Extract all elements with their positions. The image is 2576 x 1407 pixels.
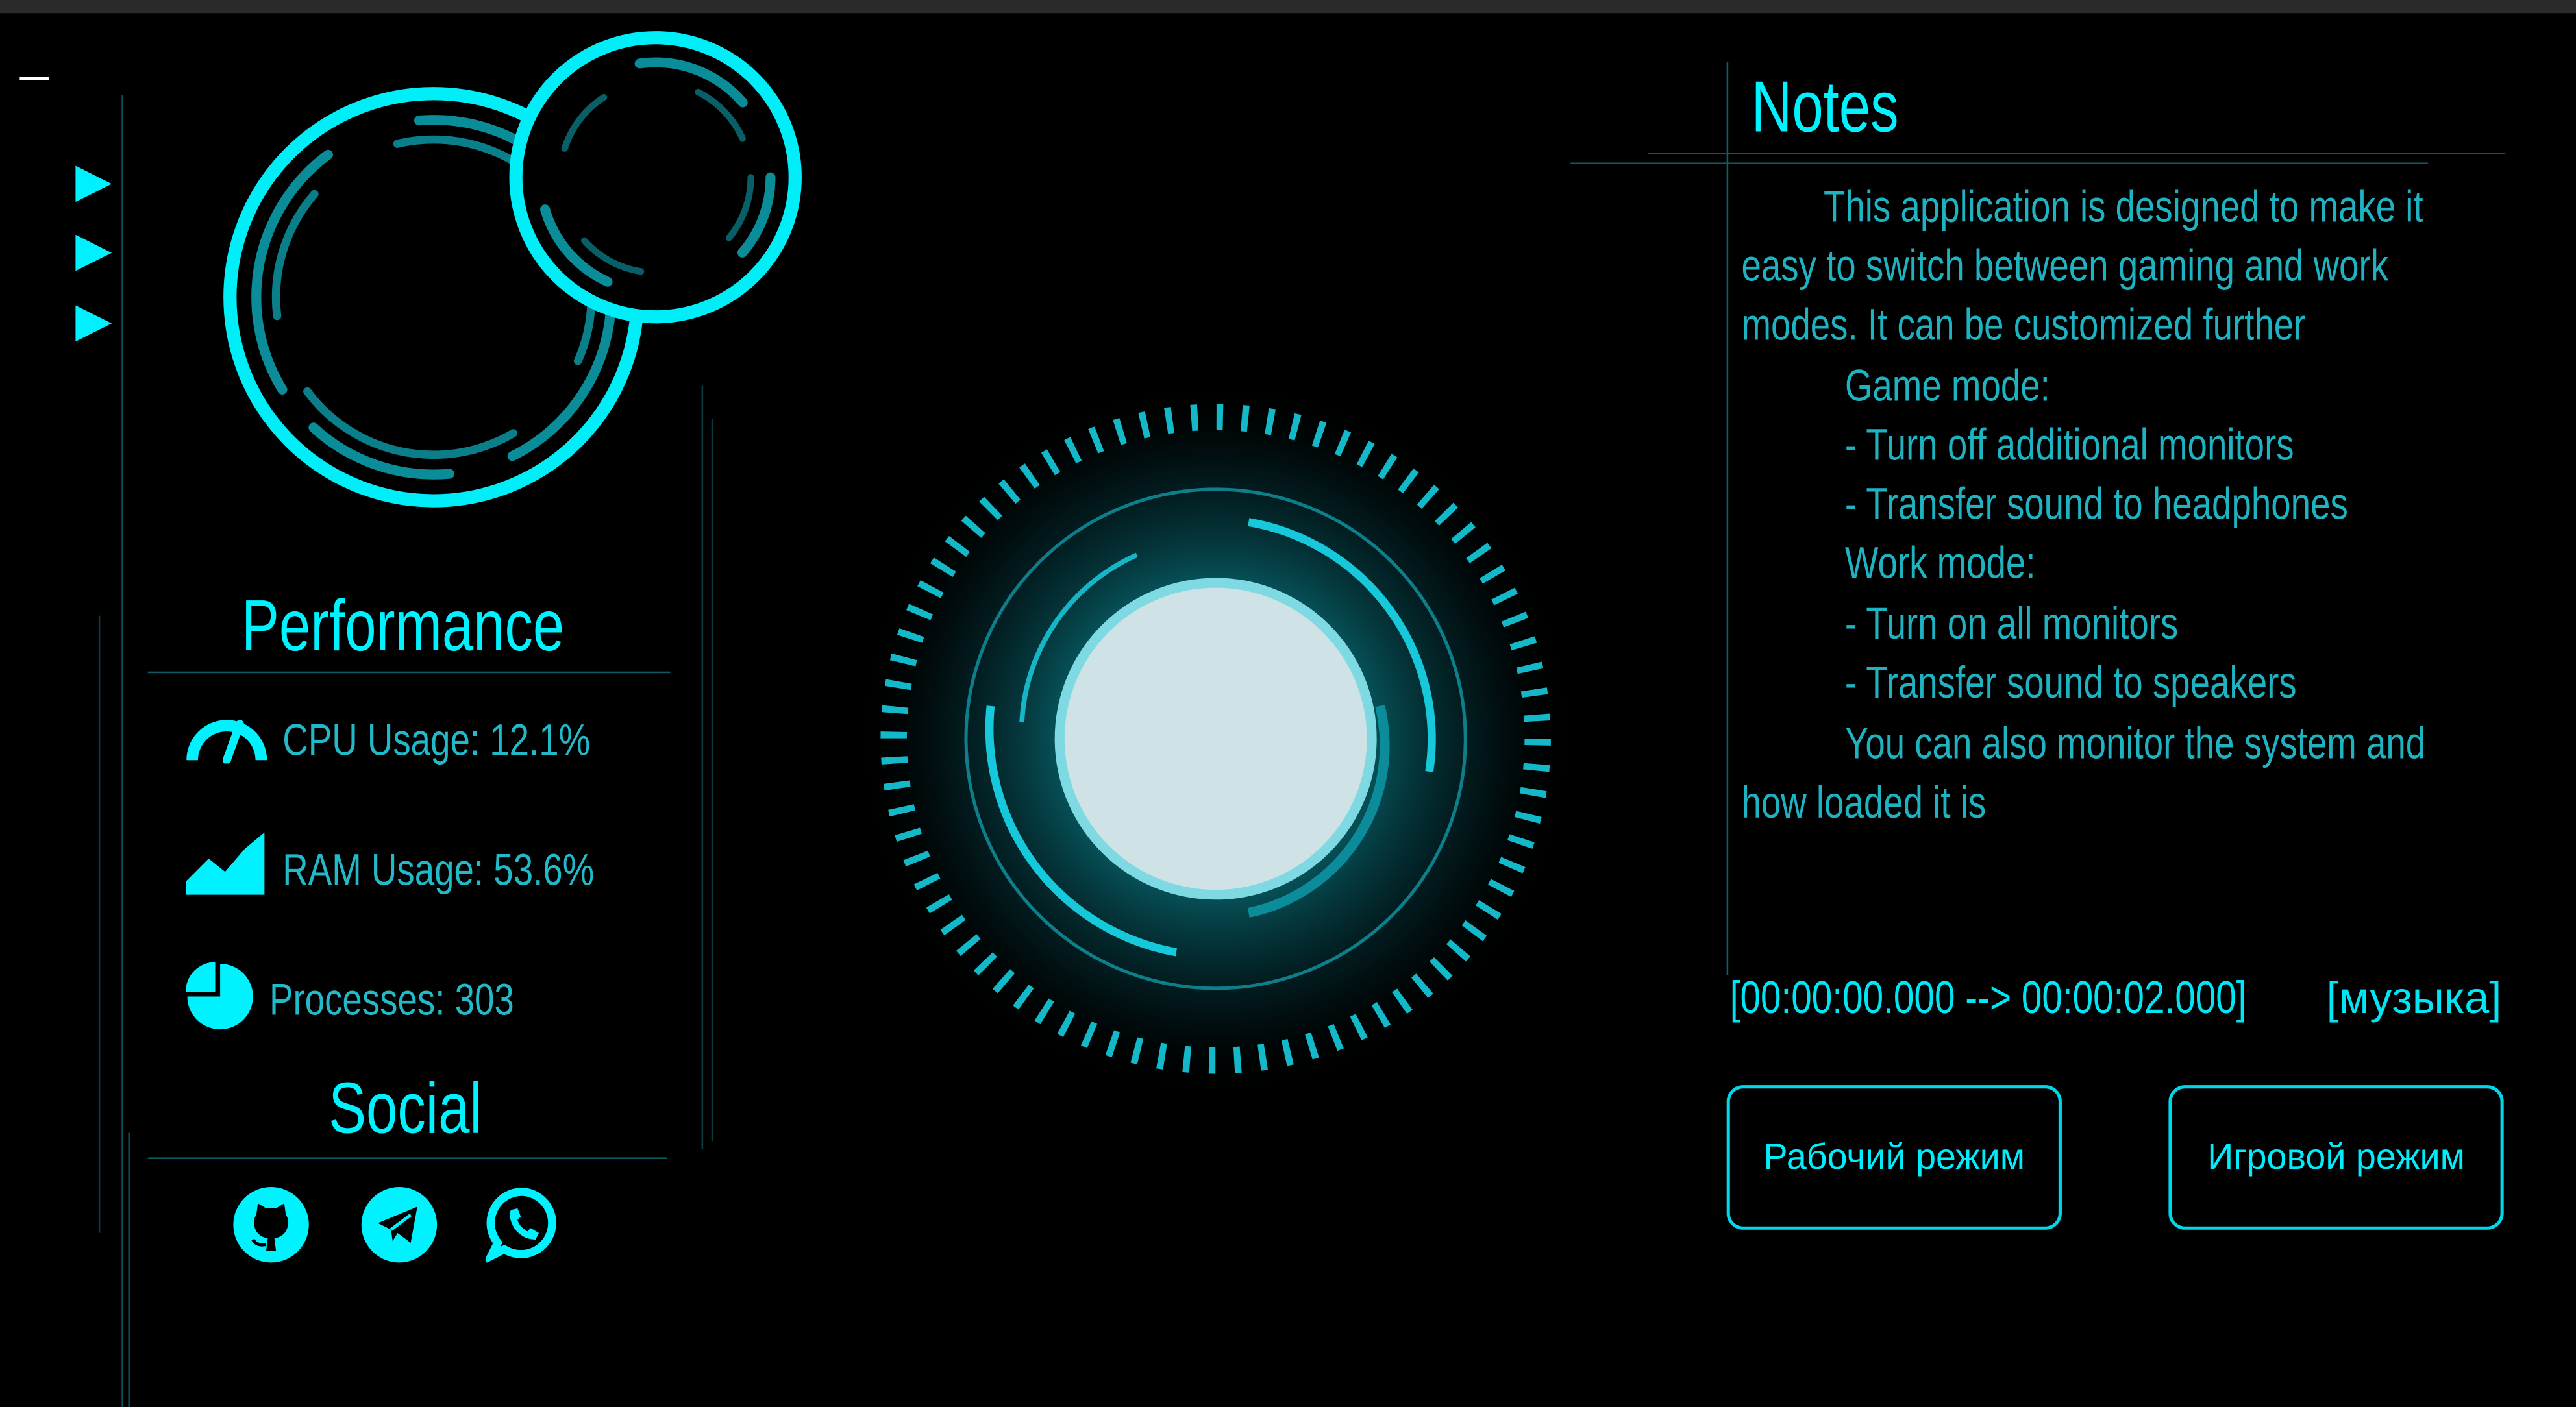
notes-rule: [1648, 153, 2506, 154]
title-bar: [0, 0, 2576, 14]
app-window: Performance CPU Usage: 12.1% RAM Usage: …: [0, 0, 2576, 1407]
note-line: - Transfer sound to speakers: [1844, 658, 2297, 708]
note-line: how loaded it is: [1741, 778, 1987, 827]
left-divider: [121, 95, 123, 1407]
panel-divider-2: [711, 419, 713, 1142]
note-line: easy to switch between gaming and work: [1741, 241, 2389, 291]
subtitle-line: [00:00:00.000 --> 00:00:02.000] [музыка]: [1730, 972, 2502, 1025]
notes-rule-2: [1570, 162, 2429, 164]
notes-title: Notes: [1751, 67, 1899, 148]
note-line: modes. It can be customized further: [1741, 300, 2306, 350]
note-line: - Transfer sound to headphones: [1844, 479, 2348, 529]
nav-arrow-2-icon[interactable]: [75, 234, 112, 271]
social-title: Social: [328, 1068, 482, 1149]
note-line: - Turn on all monitors: [1844, 599, 2179, 649]
ram-usage: RAM Usage: 53.6%: [282, 845, 595, 895]
performance-title: Performance: [241, 586, 565, 667]
note-line: This application is designed to make it: [1823, 182, 2423, 232]
github-icon[interactable]: [232, 1185, 310, 1264]
speedometer-icon: [186, 720, 267, 764]
nav-arrow-3-icon[interactable]: [75, 305, 112, 342]
cpu-usage: CPU Usage: 12.1%: [282, 715, 591, 765]
left-divider-3: [98, 615, 101, 1233]
decorative-rings: [223, 31, 802, 508]
process-count: Processes: 303: [269, 975, 514, 1025]
social-divider: [147, 1157, 667, 1160]
nav-arrow-1-icon[interactable]: [75, 165, 112, 202]
note-line: You can also monitor the system and: [1844, 719, 2426, 768]
chart-area-icon: [185, 832, 265, 895]
subtitle-text: [музыка]: [2326, 973, 2502, 1023]
whatsapp-icon[interactable]: [486, 1187, 562, 1263]
notes-divider: [1726, 62, 1729, 975]
work-mode-button[interactable]: Рабочий режим: [1726, 1085, 2062, 1230]
left-divider-2: [128, 1132, 130, 1407]
note-line: Work mode:: [1844, 538, 2036, 588]
pie-chart-icon: [185, 962, 253, 1030]
telegram-icon[interactable]: [360, 1185, 438, 1264]
performance-divider: [147, 671, 671, 674]
note-line: Game mode:: [1844, 361, 2050, 411]
arc-reactor: [854, 377, 1578, 1100]
subtitle-timestamp: [00:00:00.000 --> 00:00:02.000]: [1729, 972, 2247, 1023]
note-line: - Turn off additional monitors: [1844, 420, 2294, 470]
game-mode-button[interactable]: Игровой режим: [2168, 1085, 2504, 1230]
minimize-button[interactable]: [19, 77, 49, 80]
